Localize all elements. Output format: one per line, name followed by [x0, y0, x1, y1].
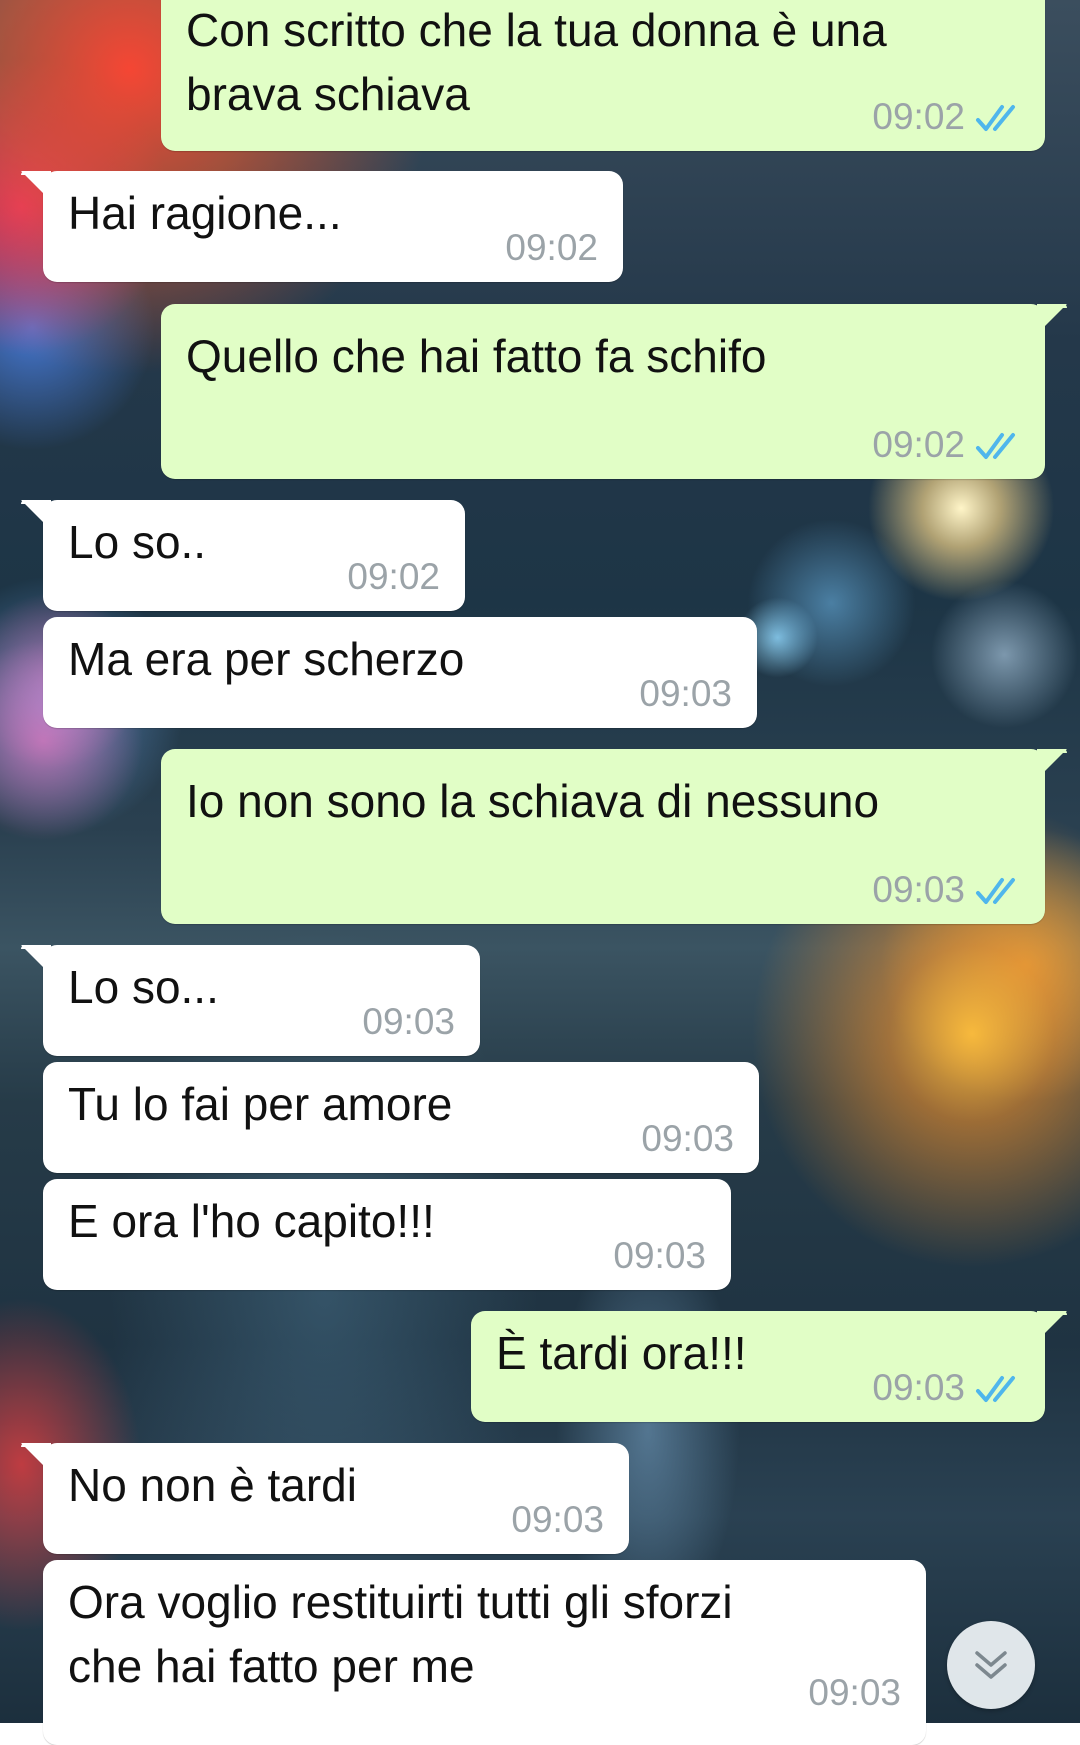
message-text: Con scritto che la tua donna è una brava… [186, 4, 887, 120]
message-text: No non è tardi [68, 1459, 357, 1511]
message-time: 09:02 [872, 96, 965, 137]
message-bubble-outgoing[interactable]: Io non sono la schiava di nessuno 09:03 [161, 749, 1067, 924]
message-bubble-outgoing[interactable]: Quello che hai fatto fa schifo 09:02 [161, 304, 1067, 479]
message-text: E ora l'ho capito!!! [68, 1195, 435, 1247]
scroll-to-bottom-button[interactable] [947, 1621, 1035, 1709]
message-bubble-incoming[interactable]: Lo so.. 09:02 [21, 500, 465, 611]
message-text: Quello che hai fatto fa schifo [186, 330, 767, 382]
message-time: 09:03 [511, 1499, 604, 1540]
message-bubble-outgoing[interactable]: Con scritto che la tua donna è una brava… [161, 0, 1045, 151]
double-chevron-down-icon [975, 1651, 1007, 1679]
message-bubble-incoming[interactable]: Tu lo fai per amore 09:03 [43, 1062, 759, 1173]
message-text: Ma era per scherzo [68, 633, 465, 685]
message-time: 09:02 [872, 424, 965, 465]
message-text: Io non sono la schiava di nessuno [186, 775, 880, 827]
read-receipt-icon [976, 1376, 1015, 1402]
read-receipt-icon [976, 105, 1015, 131]
read-receipt-icon [976, 878, 1015, 904]
message-bubble-incoming[interactable]: No non è tardi 09:03 [21, 1443, 629, 1554]
message-time: 09:03 [808, 1672, 901, 1713]
message-time: 09:02 [505, 227, 598, 268]
message-time: 09:03 [872, 1367, 965, 1408]
message-bubble-incoming[interactable]: Ma era per scherzo 09:03 [43, 617, 757, 728]
message-text: Tu lo fai per amore [68, 1078, 453, 1130]
message-bubble-incoming[interactable]: Hai ragione... 09:02 [21, 171, 623, 282]
message-bubble-outgoing[interactable]: È tardi ora!!! 09:03 [471, 1311, 1067, 1422]
message-bubble-incoming[interactable]: Ora voglio restituirti tutti gli sforzi … [43, 1560, 926, 1745]
message-text: Hai ragione... [68, 187, 342, 239]
message-time: 09:03 [362, 1001, 455, 1042]
message-text: Ora voglio restituirti tutti gli sforzi … [68, 1576, 733, 1692]
message-time: 09:03 [639, 673, 732, 714]
message-time: 09:03 [641, 1118, 734, 1159]
message-text: Lo so.. [68, 516, 207, 568]
message-time: 09:03 [872, 869, 965, 910]
message-time: 09:02 [347, 556, 440, 597]
message-bubble-incoming[interactable]: E ora l'ho capito!!! 09:03 [43, 1179, 731, 1290]
message-bubble-incoming[interactable]: Lo so... 09:03 [21, 945, 480, 1056]
message-time: 09:03 [613, 1235, 706, 1276]
message-text: Lo so... [68, 961, 219, 1013]
message-text: È tardi ora!!! [496, 1327, 747, 1379]
read-receipt-icon [976, 433, 1015, 459]
